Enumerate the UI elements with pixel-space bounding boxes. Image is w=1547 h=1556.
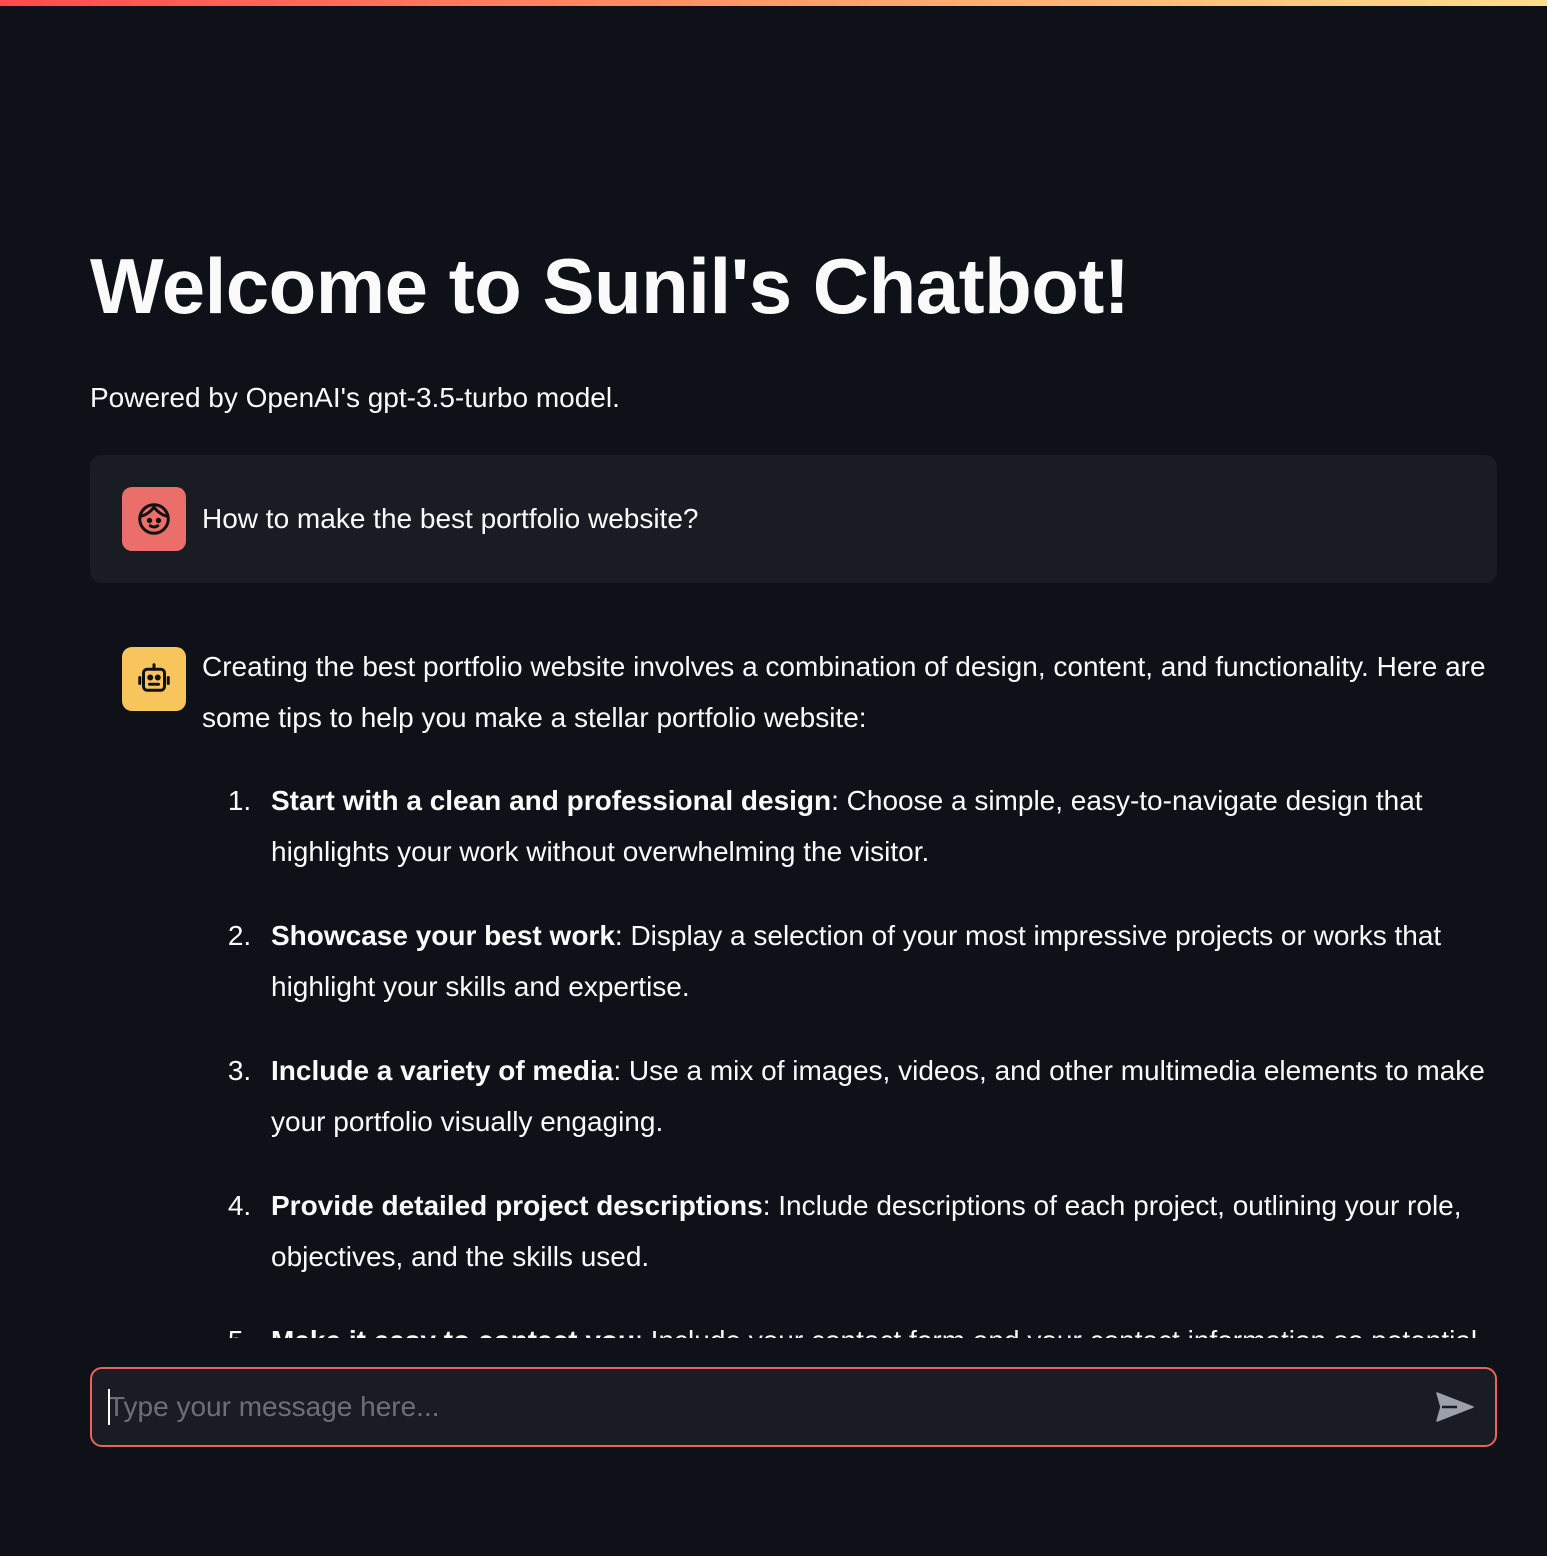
user-avatar: [122, 487, 186, 551]
list-item: Make it easy to contact you: Include you…: [259, 1315, 1492, 1338]
text-caret: [108, 1389, 110, 1425]
page-subtitle: Powered by OpenAI's gpt-3.5-turbo model.: [90, 382, 620, 413]
tip-title: Provide detailed project descriptions: [271, 1190, 763, 1221]
user-message-text: How to make the best portfolio website?: [202, 503, 699, 534]
smile-face-icon: [138, 503, 170, 535]
assistant-intro-text: Creating the best portfolio website invo…: [202, 651, 1486, 733]
list-item: Start with a clean and professional desi…: [259, 775, 1492, 877]
assistant-avatar: [122, 647, 186, 711]
send-arrow-icon: [1436, 1392, 1474, 1422]
list-item: Include a variety of media: Use a mix of…: [259, 1045, 1492, 1147]
send-button[interactable]: [1433, 1387, 1477, 1427]
list-item: Provide detailed project descriptions: I…: [259, 1180, 1492, 1282]
tip-title: Showcase your best work: [271, 920, 615, 951]
tips-list: Start with a clean and professional desi…: [202, 775, 1492, 1338]
list-item: Showcase your best work: Display a selec…: [259, 910, 1492, 1012]
tip-title: Start with a clean and professional desi…: [271, 785, 832, 816]
tip-title: Include a variety of media: [271, 1055, 614, 1086]
robot-icon: [138, 663, 170, 692]
assistant-message-body: Creating the best portfolio website invo…: [202, 647, 1492, 1338]
tip-title: Make it easy to contact you: [271, 1325, 635, 1338]
user-message: How to make the best portfolio website?: [90, 455, 1497, 583]
page-title: Welcome to Sunil's Chatbot!: [90, 242, 1130, 330]
chat-input-box: [90, 1367, 1497, 1447]
main-content: Welcome to Sunil's Chatbot! Powered by O…: [90, 0, 1497, 1338]
chat-message-input[interactable]: [108, 1369, 1408, 1445]
